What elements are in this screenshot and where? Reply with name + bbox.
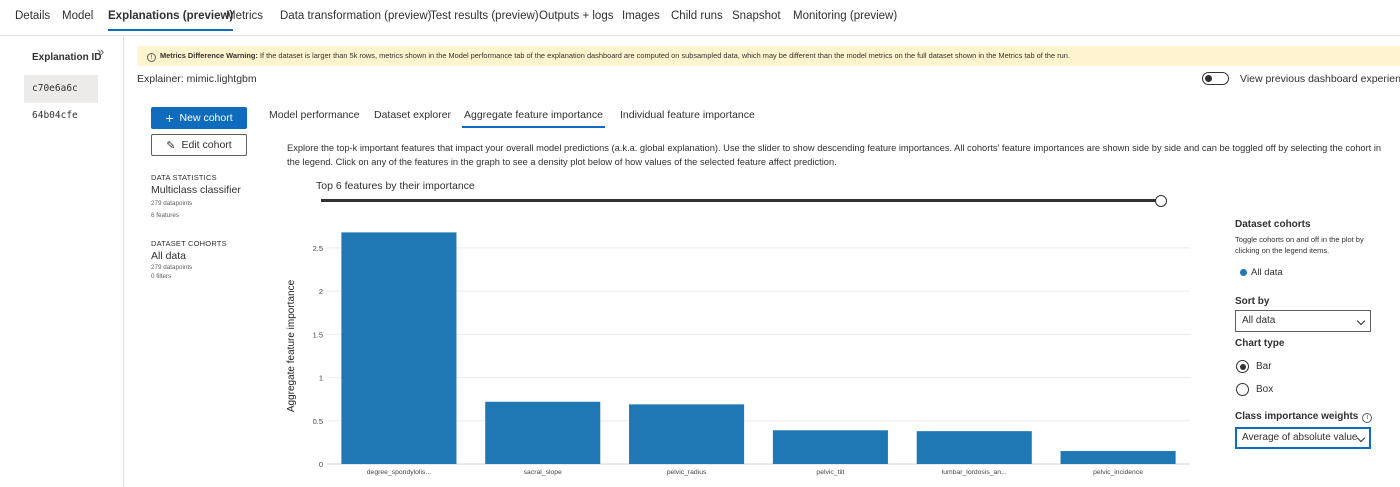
feature-importance-chart: 0 0.5 1 1.5 2 2.5 degree_spondylolis... sacral… bbox=[286, 232, 1190, 476]
top-features-slider[interactable] bbox=[321, 199, 1161, 202]
legend-item-label: All data bbox=[1251, 267, 1283, 278]
dataset-cohorts-heading: DATASET COHORTS bbox=[151, 239, 227, 248]
sort-by-value: All data bbox=[1242, 315, 1276, 326]
tab-images[interactable]: Images bbox=[622, 10, 660, 22]
chart-type-option-label: Bar bbox=[1256, 361, 1272, 372]
info-icon: ! bbox=[147, 53, 156, 62]
slider-thumb[interactable] bbox=[1155, 195, 1167, 207]
legend-dot-icon bbox=[1240, 269, 1247, 276]
class-importance-weights-label: Class importance weights i bbox=[1235, 411, 1373, 423]
explanation-id-item[interactable]: 64b04cfe bbox=[24, 102, 98, 130]
subtab-aggregate-feature-importance[interactable]: Aggregate feature importance bbox=[462, 109, 605, 128]
class-weights-label-text: Class importance weights bbox=[1235, 411, 1359, 422]
collapse-panel-icon[interactable]: » bbox=[97, 44, 104, 59]
cohort-name: All data bbox=[151, 250, 187, 262]
y-tick-label: 2 bbox=[319, 287, 323, 296]
y-tick-label: 1 bbox=[319, 374, 323, 383]
info-icon[interactable]: i bbox=[1362, 413, 1373, 423]
chevron-down-icon bbox=[1356, 316, 1366, 326]
x-tick-label: sacral_slope bbox=[524, 469, 562, 476]
x-tick-label: degree_spondylolis... bbox=[367, 469, 431, 476]
bar-2[interactable] bbox=[629, 404, 745, 464]
chart-gridlines bbox=[327, 247, 1190, 465]
chevron-down-icon bbox=[1356, 433, 1366, 443]
feature-count: 6 features bbox=[151, 212, 180, 219]
x-tick-label: pelvic_radius bbox=[667, 469, 707, 476]
top-tab-bar: Details Model Explanations (preview) Met… bbox=[0, 0, 1400, 36]
edit-pencil-icon: ✎ bbox=[166, 139, 176, 152]
bar-5[interactable] bbox=[1060, 451, 1176, 464]
dataset-cohorts-legend-heading: Dataset cohorts bbox=[1235, 219, 1311, 230]
sort-by-label: Sort by bbox=[1235, 296, 1270, 307]
class-weights-value: Average of absolute value bbox=[1242, 432, 1358, 443]
explanation-id-panel: Explanation ID » c70e6a6c 64b04cfe bbox=[0, 37, 124, 487]
subtab-model-performance[interactable]: Model performance bbox=[269, 109, 359, 121]
chart-type-bar-radio[interactable]: Bar bbox=[1236, 360, 1272, 373]
y-axis-ticks: 0 0.5 1 1.5 2 2.5 bbox=[313, 244, 323, 469]
toggle-knob bbox=[1205, 74, 1212, 82]
view-previous-label: View previous dashboard experience bbox=[1240, 73, 1400, 85]
datapoint-count: 279 datapoints bbox=[151, 200, 193, 207]
tab-metrics[interactable]: Metrics bbox=[226, 10, 263, 22]
tab-snapshot[interactable]: Snapshot bbox=[732, 10, 781, 22]
classifier-type: Multiclass classifier bbox=[151, 184, 241, 196]
explanation-id-title: Explanation ID bbox=[32, 52, 102, 63]
y-tick-label: 2.5 bbox=[313, 244, 323, 253]
class-importance-weights-dropdown[interactable]: Average of absolute value bbox=[1235, 427, 1371, 449]
edit-cohort-label: Edit cohort bbox=[181, 139, 232, 151]
cohort-datapoints: 279 datapoints bbox=[151, 264, 193, 271]
y-tick-label: 0.5 bbox=[313, 417, 323, 426]
chart-bars bbox=[341, 232, 1176, 464]
tab-data-transformation[interactable]: Data transformation (preview) bbox=[280, 10, 431, 22]
aggregate-importance-description: Explore the top-k important features tha… bbox=[287, 143, 1382, 167]
tab-child-runs[interactable]: Child runs bbox=[671, 10, 723, 22]
x-tick-label: lumbar_lordosis_an... bbox=[942, 469, 1007, 476]
new-cohort-button[interactable]: + New cohort bbox=[151, 107, 247, 129]
data-statistics-heading: DATA STATISTICS bbox=[151, 173, 217, 182]
edit-cohort-button[interactable]: ✎ Edit cohort bbox=[151, 134, 247, 156]
view-previous-toggle[interactable] bbox=[1202, 72, 1229, 85]
explainer-label: Explainer: mimic.lightgbm bbox=[137, 73, 257, 85]
tab-model[interactable]: Model bbox=[62, 10, 93, 22]
x-tick-label: pelvic_incidence bbox=[1093, 469, 1143, 476]
tab-explanations[interactable]: Explanations (preview) bbox=[108, 10, 234, 31]
tab-monitoring[interactable]: Monitoring (preview) bbox=[793, 10, 897, 22]
top-features-slider-label: Top 6 features by their importance bbox=[316, 180, 475, 192]
subtab-individual-feature-importance[interactable]: Individual feature importance bbox=[620, 109, 755, 121]
subtab-dataset-explorer[interactable]: Dataset explorer bbox=[374, 109, 451, 121]
x-tick-label: pelvic_tilt bbox=[816, 469, 844, 476]
tab-details[interactable]: Details bbox=[15, 10, 50, 22]
cohorts-legend-hint: Toggle cohorts on and off in the plot by… bbox=[1235, 235, 1364, 255]
bar-1[interactable] bbox=[485, 401, 601, 464]
y-axis-label: Aggregate feature importance bbox=[286, 279, 297, 412]
y-tick-label: 1.5 bbox=[313, 330, 323, 339]
sort-by-dropdown[interactable]: All data bbox=[1235, 310, 1371, 332]
metrics-warning-banner: ! Metrics Difference Warning: If the data… bbox=[137, 46, 1400, 66]
cohort-filters: 0 filters bbox=[151, 273, 172, 280]
radio-checked-icon bbox=[1236, 360, 1249, 373]
bar-3[interactable] bbox=[772, 430, 888, 464]
chart-type-box-radio[interactable]: Box bbox=[1236, 383, 1273, 396]
radio-unchecked-icon bbox=[1236, 383, 1249, 396]
legend-item-all-data[interactable]: All data bbox=[1240, 267, 1283, 278]
tab-outputs-logs[interactable]: Outputs + logs bbox=[539, 10, 613, 22]
warning-text: If the dataset is larger than 5k rows, m… bbox=[257, 51, 1070, 60]
bar-0[interactable] bbox=[341, 232, 457, 464]
y-tick-label: 0 bbox=[319, 460, 323, 469]
new-cohort-label: New cohort bbox=[179, 112, 233, 124]
tab-test-results[interactable]: Test results (preview) bbox=[430, 10, 539, 22]
chart-type-label: Chart type bbox=[1235, 338, 1285, 349]
x-axis-ticks: degree_spondylolis... sacral_slope pelvic_… bbox=[367, 469, 1143, 476]
explanation-id-item[interactable]: c70e6a6c bbox=[24, 75, 98, 103]
chart-type-option-label: Box bbox=[1256, 384, 1274, 395]
warning-title: Metrics Difference Warning: bbox=[160, 51, 258, 60]
bar-4[interactable] bbox=[916, 431, 1032, 464]
plus-icon: + bbox=[165, 110, 174, 126]
